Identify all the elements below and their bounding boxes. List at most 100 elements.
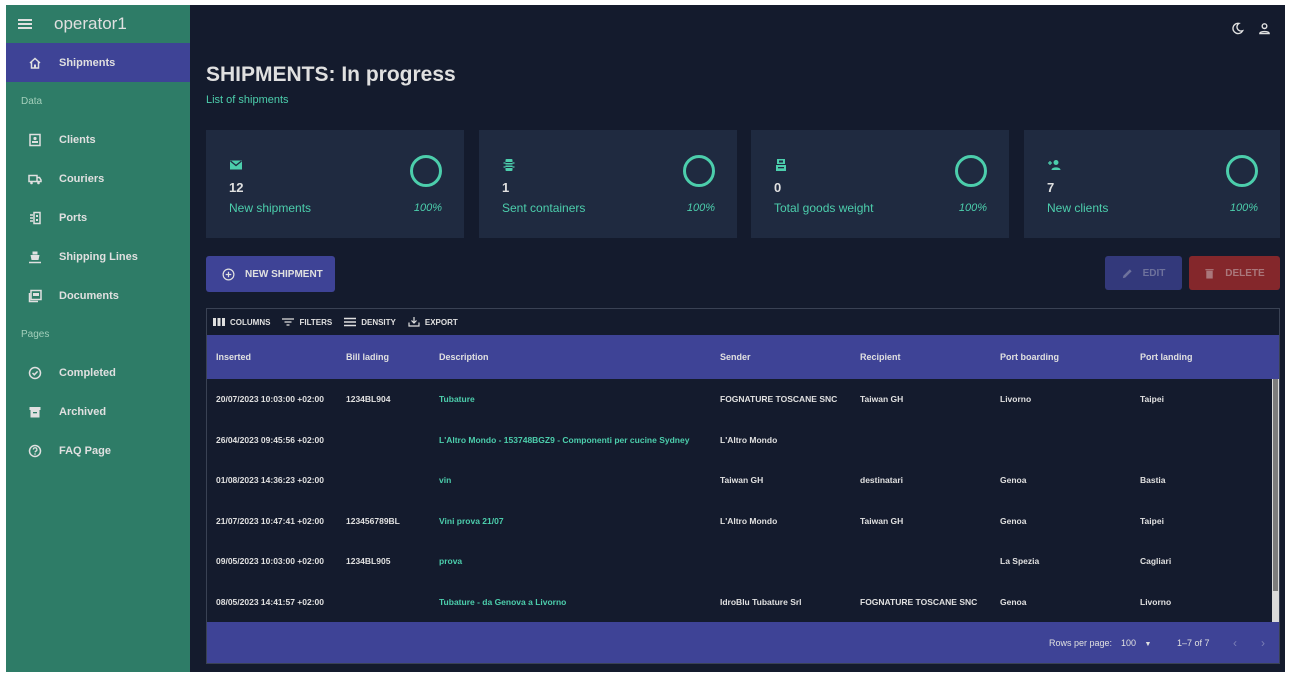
sidebar-item-documents[interactable]: Documents [6, 276, 190, 315]
scrollbar-thumb[interactable] [1273, 379, 1278, 591]
delete-button[interactable]: DELETE [1189, 256, 1280, 290]
truck-icon [28, 172, 42, 186]
sidebar-item-couriers[interactable]: Couriers [6, 159, 190, 198]
sidebar-item-clients[interactable]: Clients [6, 120, 190, 159]
sidebar-item-shipping-lines[interactable]: Shipping Lines [6, 237, 190, 276]
cell-port-landing: Bastia [1140, 475, 1166, 486]
add-circle-icon [222, 268, 235, 280]
filters-button[interactable]: FILTERS [282, 317, 332, 327]
cell-bill-lading: 1234BL905 [346, 556, 391, 567]
table-row[interactable]: 08/05/2023 14:41:57 +02:00 Tubature - da… [207, 582, 1279, 623]
cell-inserted: 20/07/2023 10:03:00 +02:00 [216, 394, 324, 405]
sidebar-item-ports[interactable]: Ports [6, 198, 190, 237]
cell-bill-lading: 1234BL904 [346, 394, 391, 405]
column-header-inserted[interactable]: Inserted [216, 352, 251, 362]
stat-card-new-clients: 7 New clients 100% [1024, 130, 1280, 238]
filters-label: FILTERS [299, 317, 333, 327]
sidebar-item-completed[interactable]: Completed [6, 353, 190, 392]
column-header-sender[interactable]: Sender [720, 352, 751, 362]
stat-percent: 100% [686, 202, 715, 214]
prev-page-icon[interactable]: ‹ [1233, 636, 1237, 650]
sidebar-item-faq[interactable]: FAQ Page [6, 431, 190, 470]
sidebar-section-pages: Pages [21, 328, 50, 340]
cell-sender: FOGNATURE TOSCANE SNC [720, 394, 838, 405]
mail-icon [229, 158, 243, 172]
main-content: SHIPMENTS: In progress List of shipments… [190, 5, 1285, 672]
progress-ring [955, 155, 987, 187]
sidebar-item-archived[interactable]: Archived [6, 392, 190, 431]
stat-value: 1 [502, 180, 510, 195]
vertical-scrollbar[interactable] [1272, 379, 1279, 623]
progress-ring [683, 155, 715, 187]
help-circle-icon [28, 444, 42, 458]
stat-card-total-weight: 0 Total goods weight 100% [751, 130, 1009, 238]
sidebar-item-label: Ports [59, 211, 88, 224]
column-header-bill-lading[interactable]: Bill lading [346, 352, 389, 362]
progress-ring [1226, 155, 1258, 187]
cell-description: Vini prova 21/07 [439, 515, 504, 526]
table-row[interactable]: 26/04/2023 09:45:56 +02:00 L'Altro Mondo… [207, 420, 1279, 461]
cell-port-boarding: Genoa [1000, 475, 1027, 486]
pagination-range: 1–7 of 7 [1177, 637, 1210, 648]
rows-per-page-select[interactable]: 100 ▼ [1121, 638, 1151, 648]
cell-recipient: destinatari [860, 475, 903, 486]
stat-label: New shipments [229, 201, 312, 215]
home-icon [28, 56, 42, 70]
columns-icon [213, 318, 225, 326]
cell-inserted: 01/08/2023 14:36:23 +02:00 [216, 475, 324, 486]
user-icon[interactable] [1258, 22, 1271, 40]
stat-value: 12 [229, 180, 244, 195]
stat-card-sent-containers: 1 Sent containers 100% [479, 130, 737, 238]
cell-inserted: 08/05/2023 14:41:57 +02:00 [216, 596, 324, 607]
cell-description: L'Altro Mondo - 153748BGZ9 - Componenti … [439, 434, 690, 445]
next-page-icon[interactable]: › [1261, 636, 1265, 650]
edit-button[interactable]: EDIT [1105, 256, 1182, 290]
cell-port-boarding: Genoa [1000, 596, 1027, 607]
cell-description: vin [439, 475, 452, 486]
column-header-recipient[interactable]: Recipient [860, 352, 901, 362]
pencil-icon [1122, 268, 1132, 278]
cell-sender: Taiwan GH [720, 475, 764, 486]
cell-port-landing: Taipei [1140, 394, 1164, 405]
table-row[interactable]: 21/07/2023 10:47:41 +02:00 123456789BL V… [207, 501, 1279, 542]
stat-card-new-shipments: 12 New shipments 100% [206, 130, 464, 238]
port-icon [28, 211, 42, 225]
cell-description: Tubature [439, 394, 475, 405]
table-body: 20/07/2023 10:03:00 +02:00 1234BL904 Tub… [207, 379, 1279, 623]
download-icon [408, 317, 420, 327]
menu-icon[interactable] [18, 19, 32, 29]
column-header-description[interactable]: Description [439, 352, 489, 362]
table-row[interactable]: 20/07/2023 10:03:00 +02:00 1234BL904 Tub… [207, 379, 1279, 420]
column-header-port-boarding[interactable]: Port boarding [1000, 352, 1059, 362]
sidebar-item-shipments[interactable]: Shipments [6, 43, 190, 82]
table-row[interactable]: 01/08/2023 14:36:23 +02:00 vin Taiwan GH… [207, 460, 1279, 501]
cell-port-boarding: Livorno [1000, 394, 1032, 405]
cell-description: prova [439, 556, 463, 567]
export-button[interactable]: EXPORT [408, 317, 458, 327]
stat-percent: 100% [1229, 202, 1258, 214]
sidebar-item-label: FAQ Page [59, 444, 111, 457]
new-shipment-button[interactable]: NEW SHIPMENT [206, 256, 335, 292]
table-header: Inserted Bill lading Description Sender … [207, 335, 1279, 379]
density-icon [344, 317, 357, 327]
cell-description: Tubature - da Genova a Livorno [439, 596, 567, 607]
sidebar: operator1 Shipments Data Clients Courier… [6, 5, 190, 672]
table-row[interactable]: 09/05/2023 10:03:00 +02:00 1234BL905 pro… [207, 541, 1279, 582]
person-add-icon [1047, 158, 1061, 172]
sidebar-item-label: Archived [59, 405, 107, 418]
stat-percent: 100% [958, 202, 987, 214]
density-button[interactable]: DENSITY [344, 317, 396, 327]
column-header-port-landing[interactable]: Port landing [1140, 352, 1193, 362]
archive-icon [28, 405, 42, 419]
filter-icon [282, 318, 295, 326]
density-label: DENSITY [361, 317, 396, 327]
cell-port-landing: Taipei [1140, 515, 1164, 526]
cell-recipient: FOGNATURE TOSCANE SNC [860, 596, 978, 607]
columns-button[interactable]: COLUMNS [213, 317, 270, 327]
username: operator1 [54, 14, 127, 33]
cell-sender: IdroBlu Tubature Srl [720, 596, 802, 607]
cell-sender: L'Altro Mondo [720, 515, 778, 526]
dark-mode-icon[interactable] [1231, 22, 1245, 40]
cell-inserted: 21/07/2023 10:47:41 +02:00 [216, 515, 324, 526]
columns-label: COLUMNS [230, 317, 271, 327]
